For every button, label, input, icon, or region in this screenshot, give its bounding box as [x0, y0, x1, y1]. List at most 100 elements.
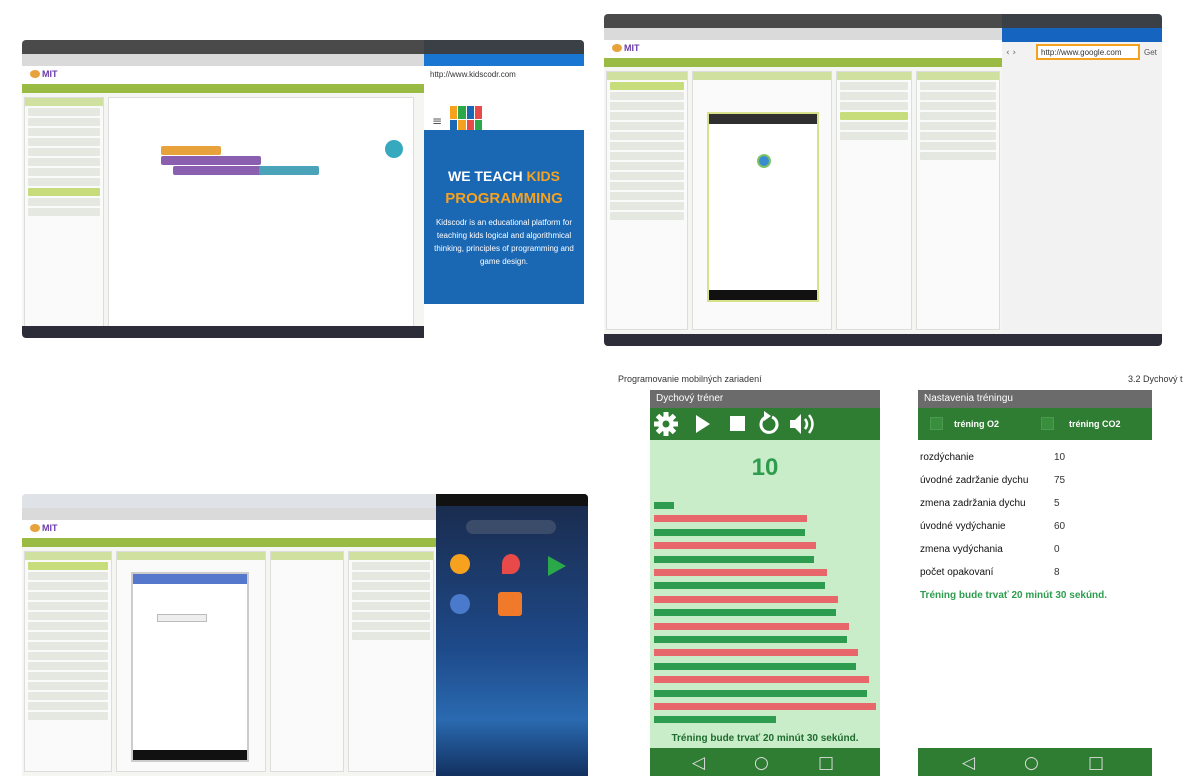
components-panel — [836, 71, 912, 330]
recents-nav-icon[interactable]: □ — [818, 753, 834, 773]
android-navbar: ◁ ○ □ — [650, 748, 880, 776]
app-icon-1[interactable] — [450, 554, 470, 574]
setting-value-field[interactable]: 60 — [1054, 521, 1065, 532]
breath-bar-green — [654, 690, 867, 697]
back-nav-icon[interactable]: ◁ — [962, 753, 975, 773]
palette-panel — [24, 551, 112, 772]
breath-bar-green — [654, 556, 814, 563]
back-nav-icon[interactable]: ◁ — [692, 753, 705, 773]
companion-app-icon[interactable] — [498, 592, 522, 616]
setting-row: zmena vydýchania 0 — [920, 544, 1060, 555]
setting-row: zmena zadržania dychu 5 — [920, 498, 1060, 509]
replay-icon[interactable] — [759, 411, 779, 434]
palette-panel — [606, 71, 688, 330]
event-block — [161, 146, 221, 155]
setting-row: úvodné vydýchanie 60 — [920, 521, 1065, 532]
breath-bar-green — [654, 502, 674, 509]
taskbar — [604, 334, 1162, 346]
components-panel — [270, 551, 344, 772]
breath-bar-green — [654, 609, 836, 616]
setting-value-field[interactable]: 75 — [1054, 475, 1065, 486]
tab-o2[interactable]: tréning O2 — [918, 411, 1035, 436]
viewer-panel — [692, 71, 832, 330]
backpack-icon[interactable] — [385, 140, 403, 158]
setting-label: úvodné vydýchanie — [920, 521, 1006, 532]
setting-value-field[interactable]: 8 — [1054, 567, 1060, 578]
play-store-icon[interactable] — [548, 556, 566, 576]
back-icon[interactable]: ‹ › — [1006, 48, 1016, 58]
go-button[interactable]: Get — [1144, 48, 1157, 57]
breath-bar-green — [654, 582, 825, 589]
viewer-panel — [116, 551, 266, 772]
volume-icon[interactable] — [790, 414, 814, 434]
properties-panel — [348, 551, 434, 772]
android-tablet — [436, 494, 588, 776]
recents-nav-icon[interactable]: □ — [1088, 753, 1104, 773]
trainer-phone: Dychový tréner 10 Tréning bude trvať 20 … — [650, 390, 880, 776]
viewer-phone — [131, 572, 249, 762]
maps-icon[interactable] — [502, 554, 520, 574]
mit-logo: MIT — [30, 523, 58, 533]
breath-bar-red — [654, 676, 869, 683]
call-block — [161, 156, 261, 165]
settings-tabs: tréning O2 tréning CO2 — [918, 408, 1152, 440]
trainer-status: Tréning bude trvať 20 minút 30 sekúnd. — [671, 733, 859, 744]
tab-co2-label: tréning CO2 — [1069, 419, 1121, 429]
browser-address-bar — [22, 54, 424, 66]
emulator-panel: http://www.kidscodr.com ≡ WE TEACH KIDS … — [424, 40, 584, 338]
setting-value-field[interactable]: 0 — [1054, 544, 1060, 555]
play-icon[interactable] — [696, 415, 710, 433]
co2-checkbox[interactable] — [1041, 417, 1054, 430]
designer-body — [22, 547, 436, 776]
home-nav-icon[interactable]: ○ — [754, 753, 769, 773]
breath-bar-red — [654, 542, 816, 549]
setting-row: rozdýchanie 10 — [920, 452, 1065, 463]
appinventor-menubar — [22, 84, 424, 93]
breath-bar-green — [654, 663, 856, 670]
breath-bar-red — [654, 596, 838, 603]
appinventor-header: MIT — [22, 66, 424, 84]
trainer-toolbar — [650, 408, 880, 440]
browser-address-bar — [604, 28, 1002, 40]
o2-checkbox[interactable] — [930, 417, 943, 430]
google-url-field[interactable]: http://www.google.com — [1036, 44, 1140, 60]
breath-bar-red — [654, 703, 876, 710]
tab-o2-label: tréning O2 — [954, 419, 1000, 429]
search-widget[interactable] — [466, 520, 556, 534]
breath-bar-green — [654, 529, 805, 536]
android-navbar: ◁ ○ □ — [918, 748, 1152, 776]
appinventor-menubar — [22, 538, 436, 547]
properties-panel — [916, 71, 1000, 330]
breath-bar-green — [654, 716, 776, 723]
hero-headline-2: PROGRAMMING — [445, 190, 563, 207]
globe-icon — [757, 154, 771, 168]
window-titlebar — [22, 494, 436, 508]
breath-bar-green — [654, 636, 847, 643]
stop-icon[interactable] — [730, 416, 745, 431]
screenshot-designer: MIT ‹ › http://www.google.com Get — [604, 14, 1162, 346]
tab-co2[interactable]: tréning CO2 — [1035, 411, 1152, 436]
hamburger-icon[interactable]: ≡ — [432, 114, 442, 128]
emulator-browser: ‹ › http://www.google.com Get — [1002, 14, 1162, 346]
text-block — [259, 166, 319, 175]
gear-icon[interactable] — [654, 412, 678, 436]
browser-address-bar — [22, 508, 436, 520]
document-header-left: Programovanie mobilných zariadení — [618, 374, 762, 384]
taskbar — [22, 326, 424, 338]
kidscodr-url: http://www.kidscodr.com — [430, 70, 516, 79]
trainer-toolbar-icons — [654, 411, 814, 436]
home-nav-icon[interactable]: ○ — [1024, 753, 1039, 773]
document-header-right: 3.2 Dychový t — [1128, 374, 1183, 384]
breath-bar-red — [654, 515, 807, 522]
setting-value-field[interactable]: 5 — [1054, 498, 1060, 509]
setting-value-field[interactable]: 10 — [1054, 452, 1065, 463]
bar-chart — [654, 502, 878, 732]
setting-row: úvodné zadržanie dychu 75 — [920, 475, 1065, 486]
breath-bar-red — [654, 623, 849, 630]
designer-body — [604, 67, 1002, 334]
hero-headline-b: KIDS — [526, 168, 560, 184]
screenshot-blocks-editor: MIT http://www.kidscodr.com ≡ WE TEACH K… — [22, 40, 584, 338]
settings-list: rozdýchanie 10 úvodné zadržanie dychu 75 zme… — [918, 440, 1152, 748]
app-icon-2[interactable] — [450, 594, 470, 614]
breath-bar-red — [654, 569, 827, 576]
